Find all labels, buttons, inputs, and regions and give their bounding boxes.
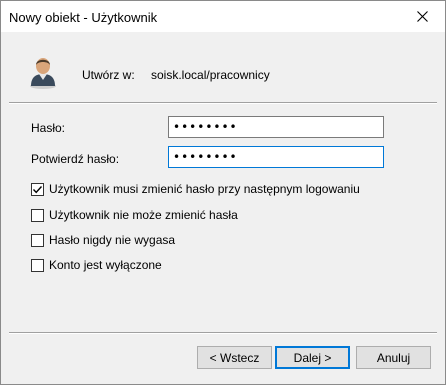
new-user-dialog: Nowy obiekt - Użytkownik Utwórz w: soisk… <box>0 0 446 385</box>
checkmark-icon <box>32 185 43 193</box>
option-password-never-expires[interactable]: Hasło nigdy nie wygasa <box>31 233 175 247</box>
password-label: Hasło: <box>31 121 66 135</box>
close-button[interactable] <box>400 1 445 32</box>
back-button[interactable]: < Wstecz <box>197 346 272 369</box>
option-cannot-change-password[interactable]: Użytkownik nie może zmienić hasła <box>31 208 238 222</box>
create-in-path: soisk.local/pracownicy <box>151 68 270 82</box>
password-field[interactable]: •••••••• <box>168 116 384 138</box>
cannot-change-label: Użytkownik nie może zmienić hasła <box>49 208 238 222</box>
cancel-button[interactable]: Anuluj <box>356 346 431 369</box>
dialog-content: Utwórz w: soisk.local/pracownicy Hasło: … <box>1 32 445 384</box>
close-icon <box>417 11 428 22</box>
footer-divider <box>9 332 437 334</box>
title-bar: Nowy obiekt - Użytkownik <box>1 1 445 32</box>
never-expires-checkbox[interactable] <box>31 233 44 247</box>
account-disabled-checkbox[interactable] <box>31 258 44 272</box>
user-avatar-icon <box>30 58 56 89</box>
create-in-label: Utwórz w: <box>82 68 135 82</box>
confirm-password-field[interactable]: •••••••• <box>168 146 384 168</box>
option-must-change-password[interactable]: Użytkownik musi zmienić hasło przy nastę… <box>31 182 360 196</box>
must-change-checkbox[interactable] <box>31 182 44 196</box>
cannot-change-checkbox[interactable] <box>31 208 44 222</box>
must-change-label: Użytkownik musi zmienić hasło przy nastę… <box>49 182 360 196</box>
never-expires-label: Hasło nigdy nie wygasa <box>49 233 176 247</box>
header-divider <box>9 102 437 104</box>
confirm-password-label: Potwierdź hasło: <box>31 152 120 166</box>
account-disabled-label: Konto jest wyłączone <box>49 258 162 272</box>
next-button[interactable]: Dalej > <box>275 346 350 369</box>
option-account-disabled[interactable]: Konto jest wyłączone <box>31 258 162 272</box>
window-title: Nowy obiekt - Użytkownik <box>9 10 158 25</box>
